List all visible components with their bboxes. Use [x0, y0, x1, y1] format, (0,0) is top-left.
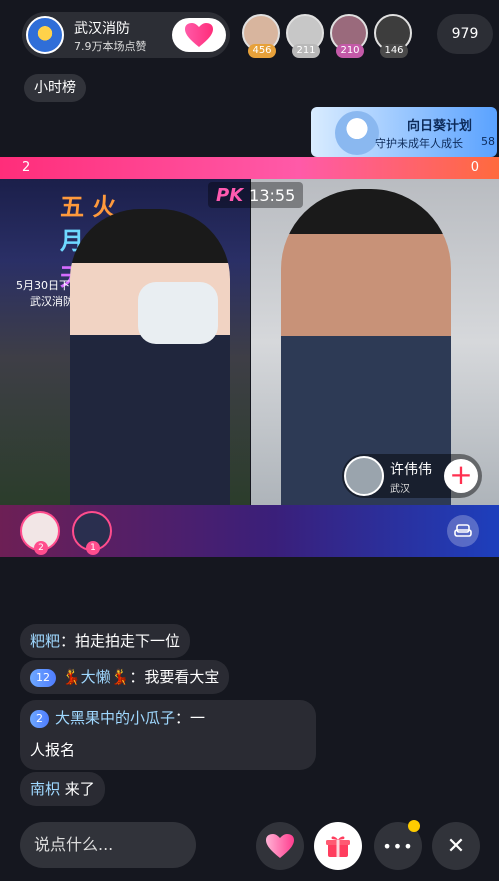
anchor-name: 武汉消防 — [74, 21, 130, 37]
viewer-count: 146 — [380, 44, 408, 58]
online-count[interactable]: 979 — [437, 14, 493, 54]
top-bar: 武汉消防 7.9万本场点赞 456 211 210 146 979 — [22, 12, 493, 58]
host-person — [70, 209, 230, 505]
banner-title: 向日葵计划 — [407, 119, 473, 134]
mascot-icon — [335, 111, 379, 155]
pk-timer: PK 13:55 — [208, 182, 304, 208]
more-icon: ••• — [382, 836, 414, 856]
banner-subtitle: 守护未成年人成长 — [375, 137, 463, 150]
gift-button[interactable] — [314, 822, 362, 870]
follow-guest-button[interactable]: + — [444, 459, 478, 493]
sofa-glyph — [454, 524, 472, 537]
guest-location: 武汉 — [390, 484, 410, 495]
chat-username[interactable]: 💃大懒💃 — [62, 668, 129, 686]
viewer-avatar[interactable]: 146 — [374, 14, 414, 58]
viewer-avatar[interactable]: 210 — [330, 14, 370, 58]
heart-icon — [266, 834, 294, 858]
anchor-info[interactable]: 武汉消防 7.9万本场点赞 — [22, 12, 230, 58]
chat-text: ：拍走拍走下一位 — [60, 632, 181, 650]
more-button[interactable]: ••• — [374, 820, 422, 870]
face-mask — [138, 282, 218, 344]
chat-text: ：一 — [175, 709, 206, 727]
notification-dot — [408, 820, 420, 832]
pk-contribution-strip: 2 1 — [0, 505, 499, 557]
chat-username[interactable]: 大黑果中的小瓜子 — [55, 709, 175, 727]
chat-username[interactable]: 粑粑 — [30, 632, 60, 650]
sofa-icon[interactable] — [447, 515, 479, 547]
banner-number: 58 — [481, 135, 495, 148]
chat-text: 来了 — [60, 780, 95, 798]
video-feed-left[interactable]: 五 火 月 焰 天 蓝 5月30日下午2 武汉消防科 — [0, 179, 250, 505]
sunflower-banner[interactable]: 向日葵计划 守护未成年人成长 58 — [311, 107, 497, 157]
viewer-count: 211 — [292, 44, 320, 58]
anchor-avatar[interactable] — [26, 16, 64, 54]
pk-score-bar: 2 0 — [0, 157, 499, 179]
gift-icon — [326, 836, 350, 857]
contributor-avatar[interactable]: 2 — [20, 511, 60, 555]
chat-message[interactable]: 南枳 来了 — [20, 772, 105, 806]
like-button[interactable] — [256, 822, 304, 870]
fan-level-badge: 12 — [30, 668, 56, 687]
close-button[interactable]: ✕ — [432, 822, 480, 870]
follow-button[interactable] — [172, 18, 226, 52]
pk-score-left: 2 — [22, 160, 31, 175]
fan-level-badge: 2 — [30, 709, 49, 728]
guest-avatar[interactable] — [344, 456, 384, 496]
contributor-rank: 2 — [34, 541, 48, 555]
viewer-count: 456 — [248, 44, 276, 58]
pk-score-right: 0 — [470, 160, 479, 175]
viewer-avatar[interactable]: 211 — [286, 14, 326, 58]
hourly-rank-button[interactable]: 小时榜 — [24, 74, 86, 102]
chat-message[interactable]: 粑粑：拍走拍走下一位 — [20, 624, 191, 658]
guest-tag[interactable]: 许伟伟 武汉 + — [342, 454, 482, 498]
contributor-rank: 1 — [86, 541, 100, 555]
chat-username[interactable]: 南枳 — [30, 780, 60, 798]
close-icon: ✕ — [446, 833, 466, 859]
comment-input[interactable]: 说点什么... — [20, 822, 196, 868]
chat-message[interactable]: 12 💃大懒💃：我要看大宝 — [20, 660, 230, 694]
chat-text: 人报名 — [30, 741, 76, 759]
guest-name: 许伟伟 — [390, 462, 432, 478]
contributor-avatar[interactable]: 1 — [72, 511, 112, 555]
pk-time: 13:55 — [249, 185, 296, 205]
pk-logo: PK — [216, 184, 244, 206]
chat-message[interactable]: 2 大黑果中的小瓜子：一人报名 — [20, 700, 316, 770]
anchor-likes: 7.9万本场点赞 — [74, 40, 147, 53]
heart-icon — [185, 23, 213, 47]
chat-text: ：我要看大宝 — [129, 668, 220, 686]
viewer-count: 210 — [336, 44, 364, 58]
viewer-avatar[interactable]: 456 — [242, 14, 282, 58]
